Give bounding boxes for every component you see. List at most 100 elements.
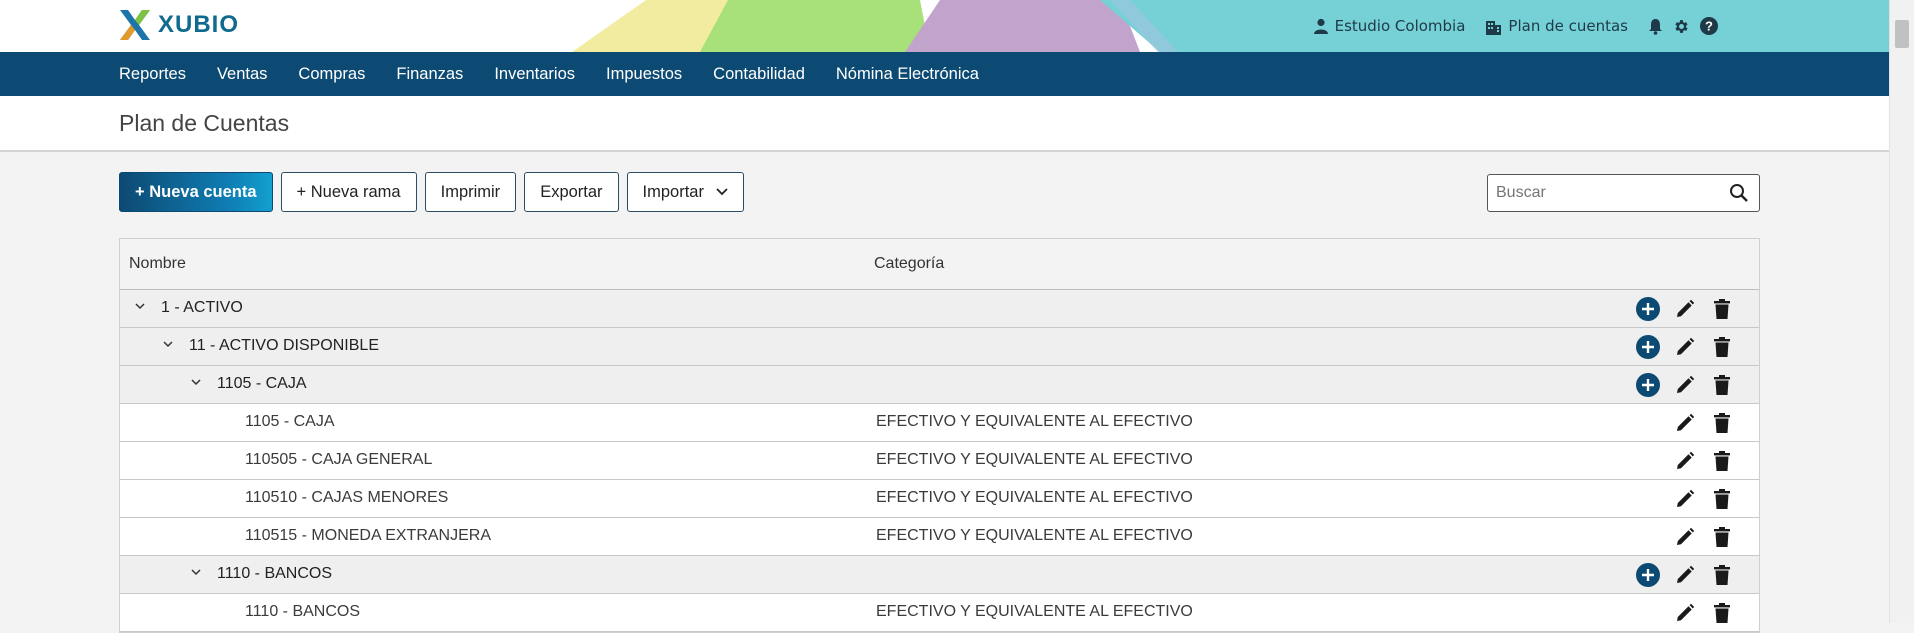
account-name: 110510 - CAJAS MENORES bbox=[245, 489, 449, 506]
account-category: EFECTIVO Y EQUIVALENTE AL EFECTIVO bbox=[876, 413, 1193, 430]
table-body: 1 - ACTIVO 11 - ACTIVO DISPONIBLE 1105 - C… bbox=[120, 290, 1759, 632]
chevron-down-icon[interactable] bbox=[134, 300, 146, 312]
bell-icon bbox=[1648, 18, 1663, 35]
nav-item-ventas[interactable]: Ventas bbox=[217, 65, 267, 84]
pencil-icon[interactable] bbox=[1672, 334, 1698, 360]
trash-icon[interactable] bbox=[1709, 296, 1735, 322]
pencil-icon[interactable] bbox=[1672, 524, 1698, 550]
nav-item-contabilidad[interactable]: Contabilidad bbox=[713, 65, 805, 84]
table-row[interactable]: 1105 - CAJA EFECTIVO Y EQUIVALENTE AL EFE… bbox=[120, 404, 1759, 442]
account-name: 110505 - CAJA GENERAL bbox=[245, 451, 433, 468]
table-row[interactable]: 110515 - MONEDA EXTRANJERA EFECTIVO Y EQU… bbox=[120, 518, 1759, 556]
table-row[interactable]: 110510 - CAJAS MENORES EFECTIVO Y EQUIVAL… bbox=[120, 480, 1759, 518]
user-icon bbox=[1313, 18, 1329, 34]
export-button[interactable]: Exportar bbox=[524, 172, 619, 212]
row-actions bbox=[1624, 562, 1735, 588]
row-actions bbox=[1624, 334, 1735, 360]
column-header-category[interactable]: Categoría bbox=[874, 255, 944, 273]
pencil-icon[interactable] bbox=[1672, 562, 1698, 588]
import-dropdown-button[interactable]: Importar bbox=[626, 172, 744, 212]
account-name: 11 - ACTIVO DISPONIBLE bbox=[189, 337, 379, 354]
chevron-down-icon[interactable] bbox=[190, 376, 202, 388]
chevron-down-icon[interactable] bbox=[190, 566, 202, 578]
add-circle-icon[interactable] bbox=[1635, 296, 1661, 322]
row-actions bbox=[1624, 600, 1735, 626]
trash-icon[interactable] bbox=[1709, 486, 1735, 512]
main-nav: Reportes Ventas Compras Finanzas Inventa… bbox=[0, 52, 1890, 96]
search-input[interactable] bbox=[1488, 183, 1718, 203]
table-row[interactable]: 110505 - CAJA GENERAL EFECTIVO Y EQUIVALE… bbox=[120, 442, 1759, 480]
account-category: EFECTIVO Y EQUIVALENTE AL EFECTIVO bbox=[876, 527, 1193, 544]
xubio-logo-mark bbox=[120, 10, 150, 40]
print-button[interactable]: Imprimir bbox=[424, 172, 517, 212]
trash-icon[interactable] bbox=[1709, 600, 1735, 626]
account-name: 1110 - BANCOS bbox=[245, 603, 361, 620]
account-category: EFECTIVO Y EQUIVALENTE AL EFECTIVO bbox=[876, 603, 1193, 620]
account-name: 1110 - BANCOS bbox=[217, 565, 333, 582]
plan-menu[interactable]: Plan de cuentas bbox=[1485, 17, 1628, 35]
tree-group-row[interactable]: 1 - ACTIVO bbox=[120, 290, 1759, 328]
help-button[interactable]: ? bbox=[1700, 17, 1718, 35]
search-box bbox=[1487, 174, 1760, 212]
trash-icon[interactable] bbox=[1709, 562, 1735, 588]
nav-item-compras[interactable]: Compras bbox=[298, 65, 365, 84]
page-scrollbar[interactable] bbox=[1889, 0, 1914, 623]
user-menu[interactable]: Estudio Colombia bbox=[1313, 17, 1466, 35]
new-branch-button[interactable]: + Nueva rama bbox=[280, 172, 417, 212]
scrollbar-thumb[interactable] bbox=[1895, 20, 1909, 48]
notifications-button[interactable] bbox=[1648, 18, 1663, 35]
account-name: 1105 - CAJA bbox=[245, 413, 335, 430]
logo-text: XUBIO bbox=[158, 11, 240, 38]
page-header: Plan de Cuentas bbox=[0, 96, 1890, 152]
trash-icon[interactable] bbox=[1709, 448, 1735, 474]
top-bar: XUBIO Estudio Colombia Plan de cuentas ? bbox=[0, 0, 1890, 52]
page-title: Plan de Cuentas bbox=[119, 110, 290, 136]
xubio-logo[interactable]: XUBIO bbox=[118, 8, 239, 42]
nav-item-impuestos[interactable]: Impuestos bbox=[606, 65, 682, 84]
import-label: Importar bbox=[642, 182, 704, 201]
user-label: Estudio Colombia bbox=[1334, 17, 1466, 35]
settings-button[interactable] bbox=[1673, 18, 1690, 35]
add-circle-icon[interactable] bbox=[1635, 372, 1661, 398]
pencil-icon[interactable] bbox=[1672, 410, 1698, 436]
new-account-button[interactable]: + Nueva cuenta bbox=[119, 172, 273, 212]
add-circle-icon[interactable] bbox=[1635, 334, 1661, 360]
column-header-name[interactable]: Nombre bbox=[129, 255, 186, 273]
search-icon[interactable] bbox=[1729, 183, 1749, 207]
help-icon: ? bbox=[1700, 17, 1718, 35]
add-circle-icon[interactable] bbox=[1635, 562, 1661, 588]
account-category: EFECTIVO Y EQUIVALENTE AL EFECTIVO bbox=[876, 451, 1193, 468]
tree-group-row[interactable]: 1110 - BANCOS bbox=[120, 556, 1759, 594]
row-actions bbox=[1624, 410, 1735, 436]
chevron-down-icon[interactable] bbox=[162, 338, 174, 350]
plan-label: Plan de cuentas bbox=[1508, 17, 1628, 35]
row-actions bbox=[1624, 372, 1735, 398]
trash-icon[interactable] bbox=[1709, 372, 1735, 398]
nav-item-nomina[interactable]: Nómina Electrónica bbox=[836, 65, 979, 84]
nav-item-inventarios[interactable]: Inventarios bbox=[494, 65, 575, 84]
pencil-icon[interactable] bbox=[1672, 448, 1698, 474]
account-name: 1105 - CAJA bbox=[217, 375, 307, 392]
toolbar: + Nueva cuenta + Nueva rama Imprimir Exp… bbox=[119, 172, 744, 212]
trash-icon[interactable] bbox=[1709, 410, 1735, 436]
header-actions: Estudio Colombia Plan de cuentas ? bbox=[1293, 0, 1718, 52]
pencil-icon[interactable] bbox=[1672, 372, 1698, 398]
pencil-icon[interactable] bbox=[1672, 486, 1698, 512]
tree-group-row[interactable]: 1105 - CAJA bbox=[120, 366, 1759, 404]
table-header: Nombre Categoría bbox=[120, 239, 1759, 290]
table-row[interactable]: 1110 - BANCOS EFECTIVO Y EQUIVALENTE AL E… bbox=[120, 594, 1759, 632]
pencil-icon[interactable] bbox=[1672, 296, 1698, 322]
row-actions bbox=[1624, 448, 1735, 474]
account-category: EFECTIVO Y EQUIVALENTE AL EFECTIVO bbox=[876, 489, 1193, 506]
tree-group-row[interactable]: 11 - ACTIVO DISPONIBLE bbox=[120, 328, 1759, 366]
gear-icon bbox=[1673, 18, 1690, 35]
nav-item-finanzas[interactable]: Finanzas bbox=[396, 65, 463, 84]
nav-item-reportes[interactable]: Reportes bbox=[119, 65, 186, 84]
trash-icon[interactable] bbox=[1709, 524, 1735, 550]
svg-text:?: ? bbox=[1705, 19, 1713, 34]
building-icon bbox=[1485, 18, 1502, 35]
trash-icon[interactable] bbox=[1709, 334, 1735, 360]
pencil-icon[interactable] bbox=[1672, 600, 1698, 626]
row-actions bbox=[1624, 486, 1735, 512]
account-name: 1 - ACTIVO bbox=[161, 299, 243, 316]
